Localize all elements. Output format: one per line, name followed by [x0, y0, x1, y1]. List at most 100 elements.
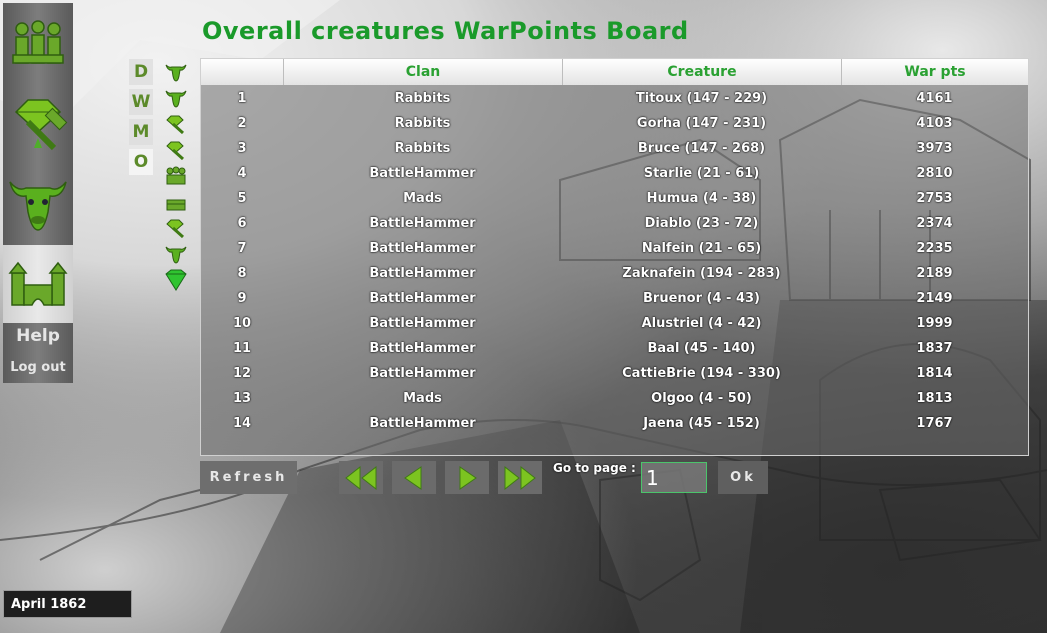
- creature-cell: Bruce (147 - 268): [637, 141, 766, 156]
- creature-cell: Humua (4 - 38): [646, 191, 757, 206]
- col-header-warpoints[interactable]: War pts: [841, 59, 1028, 85]
- category-craft-alt-button[interactable]: [163, 137, 189, 163]
- rank-cell: 14: [232, 416, 252, 431]
- rank-cell: 4: [237, 166, 247, 181]
- rank-cell: 3: [237, 141, 247, 156]
- creature-cell: CattieBrie (194 - 330): [622, 366, 781, 381]
- creature-cell: Starlie (21 - 61): [643, 166, 760, 181]
- goto-page-input[interactable]: [641, 462, 707, 493]
- table-row[interactable]: 6 BattleHammer Diablo (23 - 72) 2374: [201, 211, 1028, 236]
- category-gem-button[interactable]: [163, 267, 189, 293]
- double-right-arrow-icon: [504, 465, 536, 490]
- rank-cell: 10: [232, 316, 252, 331]
- creature-cell: Zaknafein (194 - 283): [622, 266, 781, 281]
- period-day-button[interactable]: D: [129, 59, 153, 85]
- table-row[interactable]: 7 BattleHammer Nalfein (21 - 65) 2235: [201, 236, 1028, 261]
- clan-cell: Rabbits: [394, 116, 451, 131]
- bull-head-icon: [165, 90, 187, 108]
- rank-cell: 6: [237, 216, 247, 231]
- table-row[interactable]: 9 BattleHammer Bruenor (4 - 43) 2149: [201, 286, 1028, 311]
- creature-cell: Titoux (147 - 229): [635, 91, 768, 106]
- main-nav: Help Log out: [3, 3, 73, 383]
- period-month-button[interactable]: M: [129, 119, 153, 145]
- next-page-button[interactable]: [445, 461, 489, 494]
- goto-page-label: Go to page :: [553, 461, 636, 475]
- table-row[interactable]: 1 Rabbits Titoux (147 - 229) 4161: [201, 86, 1028, 111]
- clan-cell: Rabbits: [394, 141, 451, 156]
- period-week-button[interactable]: W: [129, 89, 153, 115]
- table-row[interactable]: 13 Mads Olgoo (4 - 50) 1813: [201, 386, 1028, 411]
- refresh-button[interactable]: Refresh: [200, 461, 297, 494]
- help-link[interactable]: Help: [3, 326, 73, 346]
- table-row[interactable]: 2 Rabbits Gorha (147 - 231) 4103: [201, 111, 1028, 136]
- clan-cell: Rabbits: [394, 91, 451, 106]
- last-page-button[interactable]: [498, 461, 542, 494]
- table-row[interactable]: 11 BattleHammer Baal (45 - 140) 1837: [201, 336, 1028, 361]
- warpoints-table: Clan Creature War pts 1 Rabbits Titoux (14…: [200, 58, 1029, 456]
- creature-cell: Baal (45 - 140): [647, 341, 756, 356]
- warpoints-cell: 1837: [916, 341, 953, 356]
- creature-cell: Jaena (45 - 152): [643, 416, 760, 431]
- table-row[interactable]: 5 Mads Humua (4 - 38) 2753: [201, 186, 1028, 211]
- clan-cell: BattleHammer: [369, 266, 476, 281]
- rank-cell: 7: [237, 241, 247, 256]
- warpoints-cell: 1813: [916, 391, 953, 406]
- table-row[interactable]: 10 BattleHammer Alustriel (4 - 42) 1999: [201, 311, 1028, 336]
- clan-cell: BattleHammer: [369, 316, 476, 331]
- gem-hammer-icon: [14, 99, 68, 151]
- category-buildings-button[interactable]: [163, 189, 189, 215]
- bull-head-icon: [165, 64, 187, 82]
- clan-members-icon: [12, 20, 64, 64]
- clan-members-icon: [166, 166, 186, 185]
- nav-creatures-button[interactable]: [3, 165, 73, 243]
- period-overall-button[interactable]: O: [129, 149, 153, 175]
- category-creatures-alt-button[interactable]: [163, 85, 189, 111]
- clan-cell: BattleHammer: [369, 291, 476, 306]
- creature-cell: Bruenor (4 - 43): [643, 291, 760, 306]
- rank-cell: 13: [232, 391, 252, 406]
- table-row[interactable]: 4 BattleHammer Starlie (21 - 61) 2810: [201, 161, 1028, 186]
- rank-cell: 5: [237, 191, 247, 206]
- bull-head-icon: [165, 246, 187, 264]
- first-page-button[interactable]: [339, 461, 383, 494]
- logout-link[interactable]: Log out: [3, 360, 73, 375]
- rank-cell: 1: [237, 91, 247, 106]
- rank-cell: 2: [237, 116, 247, 131]
- nav-clan-button[interactable]: [3, 5, 73, 83]
- category-creatures-button[interactable]: [163, 59, 189, 85]
- warpoints-cell: 1999: [916, 316, 953, 331]
- col-header-creature[interactable]: Creature: [562, 59, 841, 85]
- clan-cell: BattleHammer: [369, 166, 476, 181]
- category-clan-button[interactable]: [163, 163, 189, 189]
- gem-hammer-icon: [166, 219, 185, 238]
- table-row[interactable]: 8 BattleHammer Zaknafein (194 - 283) 2189: [201, 261, 1028, 286]
- prev-page-button[interactable]: [392, 461, 436, 494]
- ok-button[interactable]: Ok: [718, 461, 768, 494]
- page-title: Overall creatures WarPoints Board: [202, 17, 689, 45]
- col-header-clan[interactable]: Clan: [283, 59, 562, 85]
- left-arrow-icon: [404, 465, 422, 490]
- creature-cell: Diablo (23 - 72): [644, 216, 759, 231]
- right-arrow-icon: [459, 465, 477, 490]
- clan-cell: BattleHammer: [369, 416, 476, 431]
- warpoints-cell: 2149: [916, 291, 953, 306]
- nav-buildings-button[interactable]: [3, 245, 73, 323]
- table-row[interactable]: 14 BattleHammer Jaena (45 - 152) 1767: [201, 411, 1028, 436]
- table-row[interactable]: 3 Rabbits Bruce (147 - 268) 3973: [201, 136, 1028, 161]
- category-craft-button[interactable]: [163, 111, 189, 137]
- clan-cell: BattleHammer: [369, 241, 476, 256]
- category-craft-third-button[interactable]: [163, 215, 189, 241]
- warpoints-cell: 4161: [916, 91, 953, 106]
- clan-cell: Mads: [403, 391, 442, 406]
- rank-cell: 12: [232, 366, 252, 381]
- period-filter: D W M O: [129, 59, 153, 179]
- creature-cell: Gorha (147 - 231): [636, 116, 767, 131]
- category-creatures-third-button[interactable]: [163, 241, 189, 267]
- warpoints-cell: 3973: [916, 141, 953, 156]
- warpoints-cell: 2810: [916, 166, 953, 181]
- castle-icon: [8, 261, 68, 306]
- nav-craft-button[interactable]: [3, 85, 73, 163]
- warpoints-cell: 2235: [916, 241, 953, 256]
- creature-cell: Nalfein (21 - 65): [641, 241, 762, 256]
- table-row[interactable]: 12 BattleHammer CattieBrie (194 - 330) 1814: [201, 361, 1028, 386]
